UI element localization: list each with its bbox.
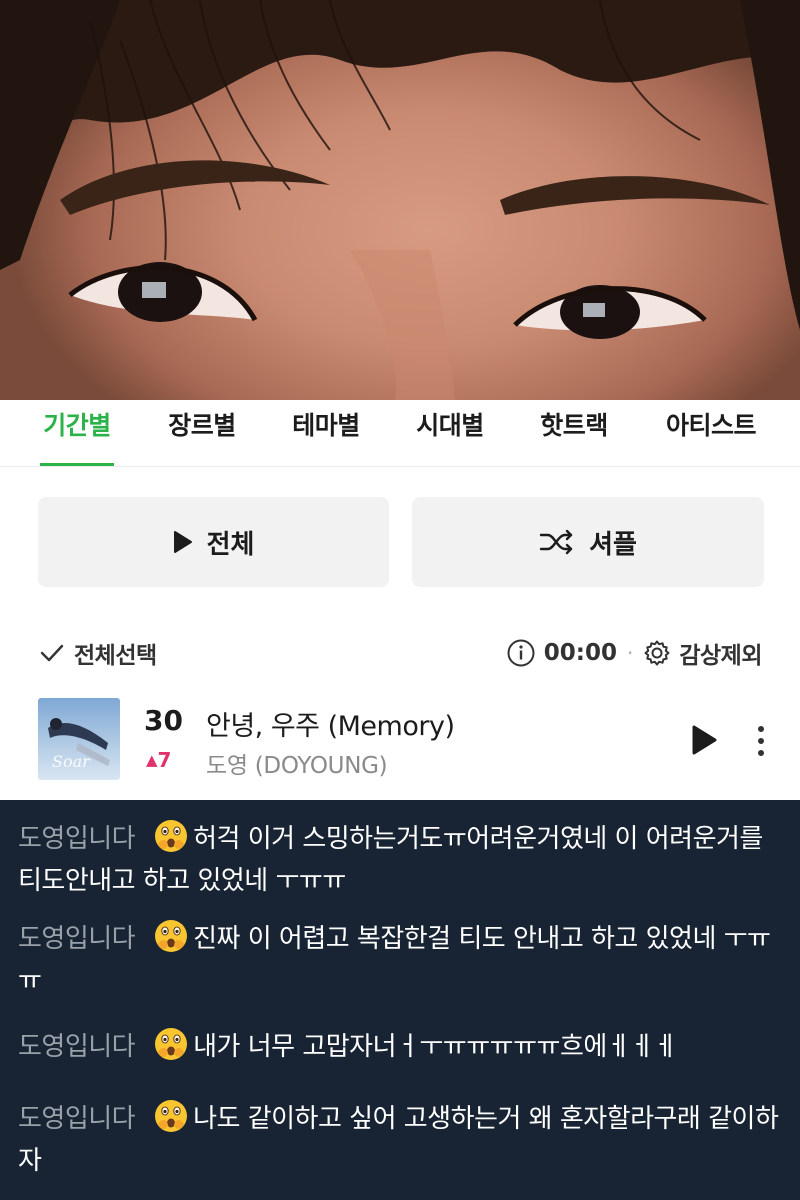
rank-up-icon: ▲	[146, 751, 158, 769]
select-all-label: 전체선택	[74, 643, 157, 669]
tab-hot-track[interactable]: 핫트랙	[537, 400, 611, 466]
select-all-control[interactable]: 전체선택	[40, 634, 157, 672]
chat-message: 도영입니다 내가 너무 고맙자너ㅓㅜㅠㅠㅠㅠㅠ흐에ㅔㅔㅔ	[18, 1026, 788, 1068]
separator-dot: ·	[627, 641, 634, 665]
shuffle-label: 셔플	[589, 529, 637, 560]
play-icon	[173, 531, 192, 553]
tab-theme[interactable]: 테마별	[289, 400, 363, 466]
album-art-text: Soar	[52, 752, 90, 771]
face-with-hand-over-mouth-icon	[155, 920, 188, 952]
play-all-button[interactable]: 전체	[38, 497, 389, 587]
rank-change: ▲7	[146, 748, 171, 772]
playlist-tools: 00:00 · 감상제외	[506, 634, 762, 672]
chat-text: 내가 너무 고맙자너ㅓㅜㅠㅠㅠㅠㅠ흐에ㅔㅔㅔ	[193, 1032, 678, 1062]
song-play-button[interactable]	[690, 724, 718, 756]
face-photo-illustration	[0, 0, 800, 400]
chat-message: 도영입니다 나도 같이하고 싶어 고생하는거 왜 혼자할라구래 같이하자	[18, 1098, 788, 1182]
rank-change-value: 7	[157, 748, 172, 772]
total-time: 00:00	[543, 640, 617, 666]
chat-username: 도영입니다	[18, 824, 136, 854]
tab-era[interactable]: 시대별	[413, 400, 487, 466]
more-options-icon[interactable]	[752, 722, 770, 760]
chat-username: 도영입니다	[18, 924, 136, 954]
face-with-hand-over-mouth-icon	[155, 820, 188, 852]
tab-genre[interactable]: 장르별	[165, 400, 239, 466]
chat-username: 도영입니다	[18, 1032, 136, 1062]
category-tabs: 기간별 장르별 테마별 시대별 핫트랙 아티스트	[0, 400, 800, 467]
chat-username: 도영입니다	[18, 1104, 136, 1134]
header-photo	[0, 0, 800, 400]
exclude-label[interactable]: 감상제외	[679, 636, 762, 670]
song-artist[interactable]: 도영 (DOYOUNG)	[206, 746, 388, 780]
tab-period[interactable]: 기간별	[40, 400, 114, 466]
song-title[interactable]: 안녕, 우주 (Memory)	[206, 704, 455, 743]
face-with-hand-over-mouth-icon	[155, 1028, 188, 1060]
gear-icon[interactable]	[643, 639, 671, 667]
shuffle-icon	[539, 529, 573, 555]
chat-message: 도영입니다 허걱 이거 스밍하는거도ㅠ어려운거였네 이 어려운거를 티도안내고 하…	[18, 818, 788, 902]
live-chat-overlay: 도영입니다 허걱 이거 스밍하는거도ㅠ어려운거였네 이 어려운거를 티도안내고 하…	[0, 800, 800, 1200]
info-icon[interactable]	[506, 638, 536, 668]
tab-artist[interactable]: 아티스트	[661, 400, 761, 466]
chat-message: 도영입니다 진짜 이 어렵고 복잡한걸 티도 안내고 하고 있었네 ㅜㅠㅠ	[18, 918, 788, 1002]
album-art[interactable]: Soar	[38, 698, 120, 780]
play-all-label: 전체	[206, 529, 255, 560]
shuffle-button[interactable]: 셔플	[412, 497, 764, 587]
chart-rank: 30	[144, 704, 183, 737]
checkmark-icon	[40, 644, 64, 662]
face-with-hand-over-mouth-icon	[155, 1100, 188, 1132]
